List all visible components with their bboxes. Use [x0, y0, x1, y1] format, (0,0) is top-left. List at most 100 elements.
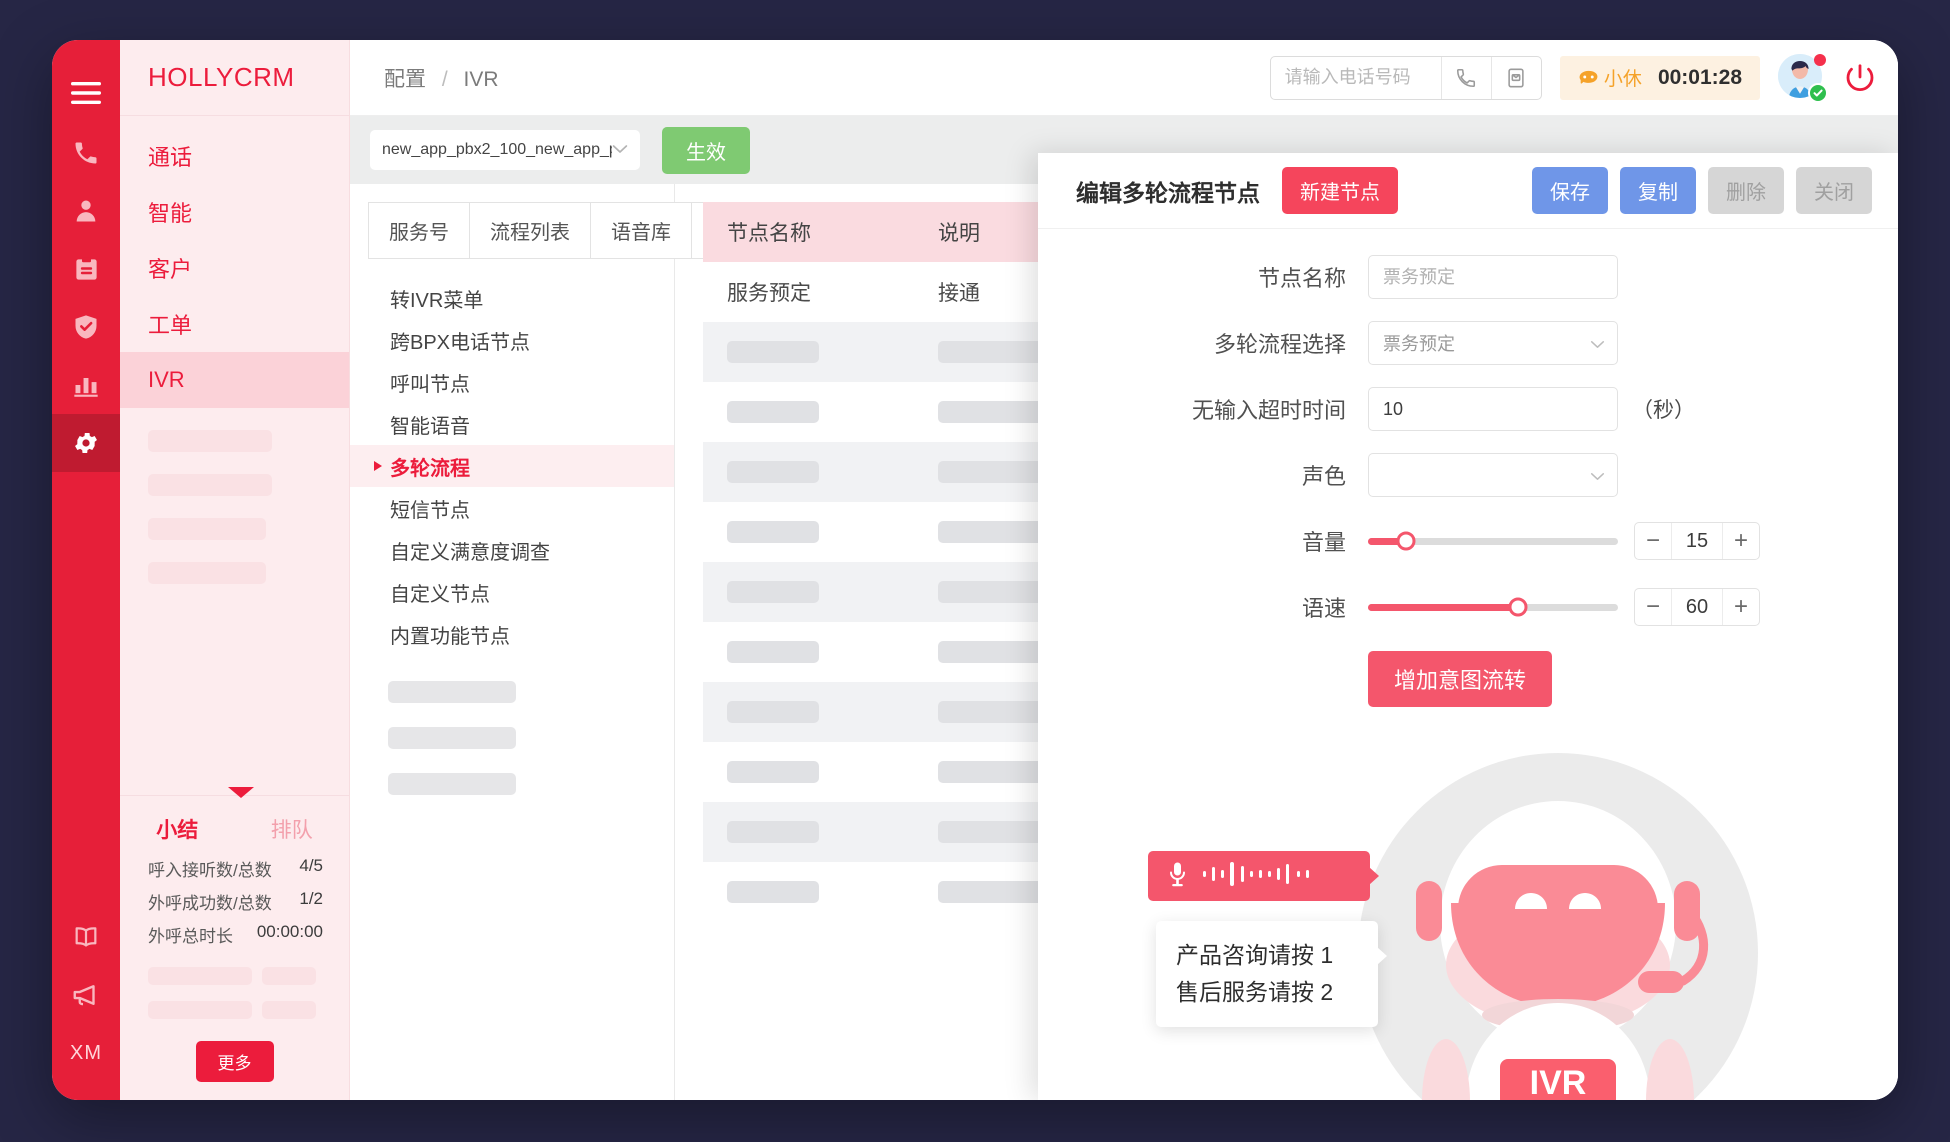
sidebar-item-ivr[interactable]: IVR	[120, 352, 349, 408]
summary-placeholder-row	[148, 1001, 349, 1019]
tree-item-custom-satisfaction-survey[interactable]: 自定义满意度调查	[350, 529, 674, 571]
tab-summary[interactable]: 小结	[120, 814, 235, 844]
tree-item-custom-node[interactable]: 自定义节点	[350, 571, 674, 613]
svg-text:IVR: IVR	[1530, 1064, 1587, 1100]
speed-fill	[1368, 603, 1518, 611]
sidebar-item-call[interactable]: 通话	[120, 128, 349, 184]
add-intent-flow-button[interactable]: 增加意图流转	[1368, 651, 1553, 707]
skeleton-bar	[727, 581, 819, 603]
chevron-down-icon	[1590, 465, 1605, 486]
volume-track	[1368, 531, 1618, 551]
avatar[interactable]	[1778, 53, 1828, 103]
tree-item-ivr-menu[interactable]: 转IVR菜单	[350, 277, 674, 319]
speed-decrement-button[interactable]: −	[1635, 589, 1671, 625]
xm-label[interactable]: XM	[52, 1024, 120, 1082]
stat-label: 外呼成功数/总数	[148, 894, 272, 913]
sidebar-item-customer[interactable]: 客户	[120, 240, 349, 296]
new-node-button[interactable]: 新建节点	[1282, 167, 1398, 214]
ivr-illustration: IVR 产品咨询请按 1 售后服务请按 2	[1038, 753, 1898, 1100]
status-timer: 00:01:28	[1657, 65, 1742, 89]
close-button[interactable]: 关闭	[1796, 167, 1872, 214]
clipboard-icon[interactable]	[52, 240, 120, 298]
tab-flow-list[interactable]: 流程列表	[469, 202, 590, 259]
volume-knob[interactable]	[1396, 531, 1415, 551]
copy-button[interactable]: 复制	[1620, 167, 1696, 214]
cell-node-name	[703, 881, 938, 903]
tree-item-cross-bpx-phone[interactable]: 跨BPX电话节点	[350, 319, 674, 361]
cell-node-name	[703, 521, 938, 543]
power-icon[interactable]	[1844, 62, 1876, 94]
volume-slider[interactable]	[1368, 519, 1618, 563]
speed-slider[interactable]	[1368, 585, 1618, 629]
screen-root: XM HOLLYCRM 通话 智能 客户 工单 IVR 小结 排队 呼入接听数/…	[0, 0, 1950, 1142]
secondary-sidebar: HOLLYCRM 通话 智能 客户 工单 IVR 小结 排队 呼入接听数/总数 …	[120, 40, 350, 1100]
timeout-input[interactable]	[1368, 387, 1618, 431]
speed-increment-button[interactable]: +	[1723, 589, 1759, 625]
cell-node-name	[703, 581, 938, 603]
cell-node-name	[703, 821, 938, 843]
label-voice: 声色	[1301, 464, 1346, 489]
phone-input[interactable]	[1270, 56, 1441, 99]
save-button[interactable]: 保存	[1532, 167, 1608, 214]
stat-value: 00:00:00	[256, 922, 323, 941]
sidebar-summary-panel: 小结 排队 呼入接听数/总数 4/5 外呼成功数/总数 1/2 外呼总时长 00…	[120, 787, 349, 1100]
volume-stepper[interactable]: − 15 +	[1634, 522, 1760, 560]
voice-select[interactable]	[1368, 453, 1618, 497]
breadcrumb-parent[interactable]: 配置	[384, 68, 426, 91]
node-name-input[interactable]	[1368, 255, 1618, 299]
status-badge[interactable]: 小休 00:01:28	[1559, 55, 1760, 100]
top-header: 配置 / IVR 请输入电话号码 小休 00:01:28	[350, 40, 1898, 116]
shield-check-icon[interactable]	[52, 298, 120, 356]
main-area: 配置 / IVR 请输入电话号码 小休 00:01:28 new_app_pbx…	[350, 40, 1898, 1100]
message-icon[interactable]	[1490, 56, 1541, 99]
collapse-caret-icon[interactable]	[228, 787, 254, 798]
hamburger-icon[interactable]	[52, 62, 120, 124]
tree-item-smart-voice[interactable]: 智能语音	[350, 403, 674, 445]
summary-tabs: 小结 排队	[120, 796, 349, 852]
sidebar-nav: 通话 智能 客户 工单 IVR	[120, 116, 349, 584]
app-window: XM HOLLYCRM 通话 智能 客户 工单 IVR 小结 排队 呼入接听数/…	[52, 40, 1898, 1100]
volume-increment-button[interactable]: +	[1723, 523, 1759, 559]
user-icon[interactable]	[52, 182, 120, 240]
volume-decrement-button[interactable]: −	[1635, 523, 1671, 559]
tree-item-call-node[interactable]: 呼叫节点	[350, 361, 674, 403]
megaphone-icon[interactable]	[52, 966, 120, 1024]
sidebar-item-ticket[interactable]: 工单	[120, 296, 349, 352]
field-speed: 语速 − 60 +	[1038, 585, 1898, 629]
phone-icon[interactable]	[52, 124, 120, 182]
sidebar-item-intelligence[interactable]: 智能	[120, 184, 349, 240]
pbx-select[interactable]: new_app_pbx2_100_new_app_pbx...	[370, 130, 640, 170]
tab-service-number[interactable]: 服务号	[368, 202, 469, 259]
sidebar-placeholder	[148, 562, 266, 584]
icon-rail: XM	[52, 40, 120, 1100]
skeleton-bar	[727, 521, 819, 543]
tab-queue[interactable]: 排队	[235, 814, 350, 844]
menu-prompt-bubble: 产品咨询请按 1 售后服务请按 2	[1156, 921, 1387, 1027]
gear-icon[interactable]	[52, 414, 120, 472]
field-voice: 声色	[1038, 453, 1898, 497]
chevron-down-icon	[612, 141, 628, 159]
notification-dot	[1814, 53, 1826, 66]
book-icon[interactable]	[52, 908, 120, 966]
apply-button[interactable]: 生效	[662, 126, 750, 174]
flow-select[interactable]: 票务预定	[1368, 321, 1618, 365]
tree-placeholder	[388, 727, 516, 749]
summary-placeholder	[262, 967, 316, 985]
summary-placeholder	[148, 967, 252, 985]
skeleton-bar	[727, 821, 819, 843]
label-volume: 音量	[1301, 530, 1346, 555]
phone-call-icon[interactable]	[1440, 56, 1491, 99]
tree-item-sms-node[interactable]: 短信节点	[350, 487, 674, 529]
cell-node-name	[703, 341, 938, 363]
tree-item-builtin-function-node[interactable]: 内置功能节点	[350, 613, 674, 655]
cell-node-name: 服务预定	[727, 282, 811, 305]
speed-knob[interactable]	[1508, 597, 1528, 617]
cell-node-name	[703, 401, 938, 423]
tree-item-multi-round-flow[interactable]: 多轮流程	[350, 445, 674, 487]
bar-chart-icon[interactable]	[52, 356, 120, 414]
speed-stepper[interactable]: − 60 +	[1634, 588, 1760, 626]
prompt-line-2: 售后服务请按 2	[1176, 978, 1334, 1005]
skeleton-bar	[727, 881, 819, 903]
stat-row: 呼入接听数/总数 4/5	[120, 852, 349, 885]
more-button[interactable]: 更多	[195, 1041, 274, 1082]
